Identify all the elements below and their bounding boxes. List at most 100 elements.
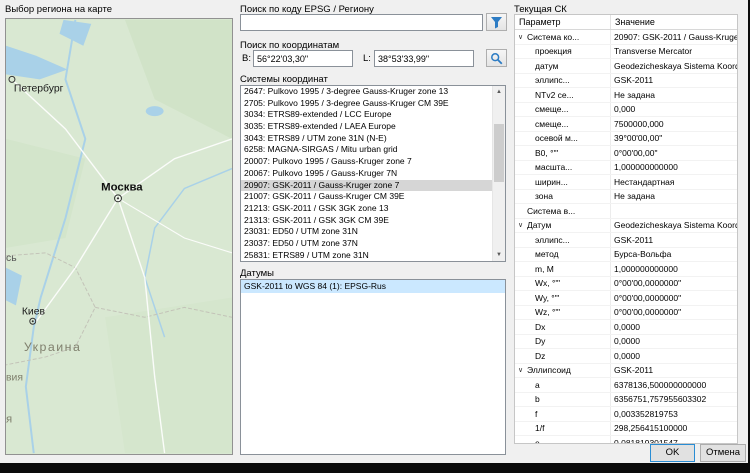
param-name-cell: Dz: [515, 349, 611, 363]
crs-list-item[interactable]: 25831: ETRS89 / UTM zone 31N: [241, 250, 492, 261]
scroll-up-icon[interactable]: [493, 86, 505, 98]
param-row[interactable]: Система ко... 20907: GSK-2011 / Gauss-Kr…: [515, 30, 737, 45]
expander-icon[interactable]: [518, 366, 527, 374]
crs-list-item[interactable]: 23037: ED50 / UTM zone 37N: [241, 238, 492, 250]
crs-list-item[interactable]: 21313: GSK-2011 / GSK 3GK CM 39E: [241, 215, 492, 227]
param-value-cell: GSK-2011: [611, 75, 737, 85]
param-value-cell: 1,000000000000: [611, 264, 737, 274]
param-value-cell: Бурса-Вольфа: [611, 249, 737, 259]
param-row[interactable]: смеще... 7500000,000: [515, 117, 737, 132]
param-value-cell: 0°00'00,0000000": [611, 307, 737, 317]
param-value-cell: 0°00'00,0000000": [611, 293, 737, 303]
param-row[interactable]: e 0,081819301547: [515, 436, 737, 444]
param-row[interactable]: проекция Transverse Mercator: [515, 45, 737, 60]
param-value-cell: 0°00'00,0000000": [611, 278, 737, 288]
param-row[interactable]: Эллипсоид GSK-2011: [515, 364, 737, 379]
filter-button[interactable]: [486, 13, 507, 31]
param-row[interactable]: Датум Geodezicheskaya Sistema Koordinat …: [515, 219, 737, 234]
map-label-partial-1: сь: [6, 253, 17, 264]
param-name-cell: эллипс...: [515, 74, 611, 88]
value-column-header: Значение: [611, 17, 659, 27]
param-name-cell: ширин...: [515, 175, 611, 189]
expander-icon[interactable]: [518, 33, 527, 41]
crs-list-item[interactable]: 20007: Pulkovo 1995 / Gauss-Kruger zone …: [241, 156, 492, 168]
crs-list-item[interactable]: 23031: ED50 / UTM zone 31N: [241, 226, 492, 238]
l-label: L:: [363, 53, 371, 64]
param-name-cell: NTv2 се...: [515, 88, 611, 102]
crs-list-item[interactable]: 3034: ETRS89-extended / LCC Europe: [241, 109, 492, 121]
crs-list-item[interactable]: 3035: ETRS89-extended / LAEA Europe: [241, 121, 492, 133]
expander-icon[interactable]: [518, 221, 527, 229]
param-name-cell: Wx, °'": [515, 277, 611, 291]
param-value-cell: 20907: GSK-2011 / Gauss-Kruger zone 7: [611, 32, 737, 42]
param-row[interactable]: a 6378136,500000000000: [515, 378, 737, 393]
crs-list-item[interactable]: 3043: ETRS89 / UTM zone 31N (N-E): [241, 133, 492, 145]
param-row[interactable]: m, M 1,000000000000: [515, 262, 737, 277]
param-row[interactable]: NTv2 се... Не задана: [515, 88, 737, 103]
param-name-cell: метод: [515, 248, 611, 262]
param-row[interactable]: Wz, °'" 0°00'00,0000000": [515, 306, 737, 321]
param-row[interactable]: B0, °'" 0°00'00,00": [515, 146, 737, 161]
param-row[interactable]: метод Бурса-Вольфа: [515, 248, 737, 263]
b-label: B:: [242, 53, 251, 64]
param-row[interactable]: зона Не задана: [515, 190, 737, 205]
param-row[interactable]: Dx 0,0000: [515, 320, 737, 335]
coord-search-button[interactable]: [486, 49, 507, 67]
params-table-body: Система ко... 20907: GSK-2011 / Gauss-Kr…: [515, 30, 737, 444]
filter-icon: [490, 16, 503, 29]
crs-list-item[interactable]: 6258: MAGNA-SIRGAS / Mitu urban grid: [241, 144, 492, 156]
param-row[interactable]: Dz 0,0000: [515, 349, 737, 364]
map-label-kiev: Киев: [22, 306, 46, 317]
param-value-cell: 1,000000000000: [611, 162, 737, 172]
crs-list: 2647: Pulkovo 1995 / 3-degree Gauss-Krug…: [241, 86, 492, 261]
param-row[interactable]: эллипс... GSK-2011: [515, 233, 737, 248]
crs-list-title: Системы координат: [240, 74, 328, 85]
datum-list-item[interactable]: GSK-2011 to WGS 84 (1): EPSG-Rus: [241, 280, 505, 293]
scrollbar-thumb[interactable]: [494, 124, 504, 182]
param-row[interactable]: f 0,003352819753: [515, 407, 737, 422]
param-row[interactable]: ширин... Нестандартная: [515, 175, 737, 190]
param-row[interactable]: Wy, °'" 0°00'00,0000000": [515, 291, 737, 306]
param-row[interactable]: осевой м... 39°00'00,00": [515, 132, 737, 147]
param-row[interactable]: 1/f 298,256415100000: [515, 422, 737, 437]
epsg-search-input[interactable]: [240, 14, 483, 31]
param-value-cell: 0,0000: [611, 322, 737, 332]
param-name-cell: осевой м...: [515, 132, 611, 146]
param-row[interactable]: эллипс... GSK-2011: [515, 74, 737, 89]
param-value-cell: Geodezicheskaya Sistema Koordinat 2011: [611, 220, 737, 230]
param-value-cell: 0,003352819753: [611, 409, 737, 419]
longitude-input[interactable]: [374, 50, 474, 67]
region-map[interactable]: Петербург Москва Киев Украина сь вия я: [6, 19, 232, 454]
param-value-cell: 0,0000: [611, 351, 737, 361]
param-row[interactable]: масшта... 1,000000000000: [515, 161, 737, 176]
param-name-cell: B0, °'": [515, 146, 611, 160]
crs-list-scrollbar[interactable]: [492, 86, 505, 261]
param-value-cell: Нестандартная: [611, 177, 737, 187]
param-row[interactable]: смеще... 0,000: [515, 103, 737, 118]
crs-list-item[interactable]: 20067: Pulkovo 1995 / Gauss-Kruger 7N: [241, 168, 492, 180]
param-value-cell: 6378136,500000000000: [611, 380, 737, 390]
param-name-cell: Wz, °'": [515, 306, 611, 320]
scroll-down-icon[interactable]: [493, 249, 505, 261]
crs-list-item[interactable]: 2705: Pulkovo 1995 / 3-degree Gauss-Krug…: [241, 98, 492, 110]
param-row[interactable]: Wx, °'" 0°00'00,0000000": [515, 277, 737, 292]
latitude-input[interactable]: [253, 50, 353, 67]
crs-list-item[interactable]: 21007: GSK-2011 / Gauss-Kruger CM 39E: [241, 191, 492, 203]
param-name-cell: эллипс...: [515, 233, 611, 247]
datums-list: GSK-2011 to WGS 84 (1): EPSG-Rus: [241, 280, 505, 454]
param-name-cell: датум: [515, 59, 611, 73]
crs-list-item[interactable]: 20907: GSK-2011 / Gauss-Kruger zone 7: [241, 180, 492, 192]
param-value-cell: Transverse Mercator: [611, 46, 737, 56]
cancel-button[interactable]: Отмена: [700, 444, 746, 462]
param-row[interactable]: Dy 0,0000: [515, 335, 737, 350]
param-value-cell: 0°00'00,00": [611, 148, 737, 158]
map-label-moscow: Москва: [101, 181, 143, 193]
param-value-cell: 6356751,757955603302: [611, 394, 737, 404]
param-row[interactable]: Система в...: [515, 204, 737, 219]
param-row[interactable]: датум Geodezicheskaya Sistema Koordinat …: [515, 59, 737, 74]
crs-list-item[interactable]: 2647: Pulkovo 1995 / 3-degree Gauss-Krug…: [241, 86, 492, 98]
param-name-cell: m, M: [515, 262, 611, 276]
param-row[interactable]: b 6356751,757955603302: [515, 393, 737, 408]
ok-button[interactable]: OK: [650, 444, 695, 462]
crs-list-item[interactable]: 21213: GSK-2011 / GSK 3GK zone 13: [241, 203, 492, 215]
